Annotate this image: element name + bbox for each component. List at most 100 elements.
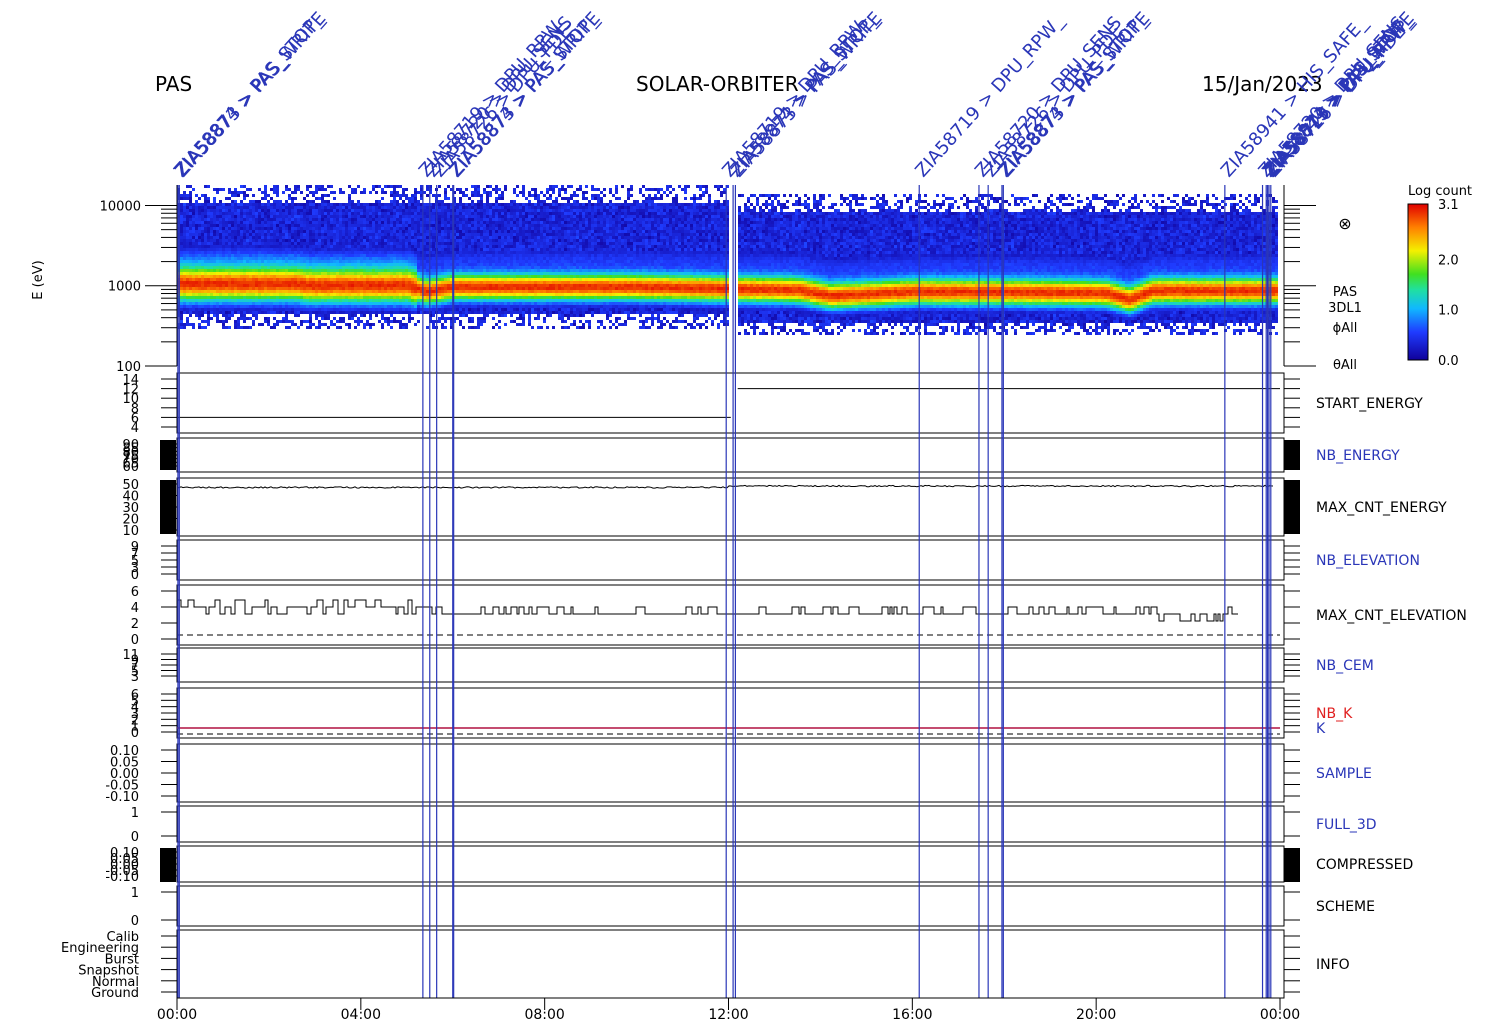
spectrogram-cell [528, 224, 531, 227]
spectrogram-cell [291, 269, 294, 272]
spectrogram-cell [456, 299, 459, 302]
spectrogram-cell [393, 242, 396, 245]
spectrogram-cell [225, 221, 228, 224]
spectrogram-cell [336, 224, 339, 227]
spectrogram-cell [243, 203, 246, 206]
spectrogram-cell [315, 305, 318, 308]
spectrogram-cell [525, 203, 528, 206]
spectrogram-cell [513, 188, 516, 191]
spectrogram-cell [378, 206, 381, 209]
spectrogram-cell [225, 266, 228, 269]
spectrogram-cell [468, 263, 471, 266]
spectrogram-cell [183, 206, 186, 209]
spectrogram-cell [486, 209, 489, 212]
spectrogram-cell [189, 278, 192, 281]
spectrogram-cell [432, 269, 435, 272]
spectrogram-cell [504, 209, 507, 212]
spectrogram-cell [204, 260, 207, 263]
spectrogram-cell [180, 215, 183, 218]
spectrogram-cell [471, 194, 474, 197]
spectrogram-cell [186, 239, 189, 242]
spectrogram-cell [279, 320, 282, 323]
spectrogram-cell [303, 260, 306, 263]
spectrogram-cell [474, 278, 477, 281]
spectrogram-cell [231, 266, 234, 269]
spectrogram-cell [237, 290, 240, 293]
spectrogram-cell [324, 263, 327, 266]
spectrogram-cell [321, 203, 324, 206]
spectrogram-cell [315, 248, 318, 251]
spectrogram-cell [372, 209, 375, 212]
spectrogram-cell [465, 239, 468, 242]
spectrogram-cell [375, 200, 378, 203]
spectrogram-cell [213, 296, 216, 299]
spectrogram-cell [393, 293, 396, 296]
spectrogram-cell [183, 233, 186, 236]
spectrogram-cell [309, 287, 312, 290]
spectrogram-cell [249, 233, 252, 236]
spectrogram-cell [507, 287, 510, 290]
spectrogram-cell [222, 245, 225, 248]
spectrogram-cell [483, 320, 486, 323]
spectrogram-cell [342, 302, 345, 305]
spectrogram-cell [501, 278, 504, 281]
spectrogram-cell [219, 287, 222, 290]
spectrogram-cell [186, 296, 189, 299]
spectrogram-cell [192, 206, 195, 209]
spectrogram-cell [414, 215, 417, 218]
spectrogram-cell [414, 233, 417, 236]
spectrogram-cell [396, 296, 399, 299]
spectrogram-cell [291, 227, 294, 230]
spectrogram-cell [330, 206, 333, 209]
spectrogram-cell [264, 290, 267, 293]
spectrogram-cell [477, 212, 480, 215]
spectrogram-cell [324, 293, 327, 296]
spectrogram-cell [492, 293, 495, 296]
spectrogram-cell [183, 212, 186, 215]
spectrogram-cell [255, 290, 258, 293]
spectrogram-cell [477, 230, 480, 233]
spectrogram-cell [483, 278, 486, 281]
spectrogram-cell [207, 242, 210, 245]
spectrogram-cell [267, 227, 270, 230]
spectrogram-cell [324, 248, 327, 251]
spectrogram-cell [348, 296, 351, 299]
spectrogram-cell [258, 305, 261, 308]
spectrogram-cell [369, 308, 372, 311]
spectrogram-cell [303, 296, 306, 299]
spectrogram-cell [186, 311, 189, 314]
spectrogram-cell [414, 290, 417, 293]
spectrogram-cell [285, 293, 288, 296]
spectrogram-cell [480, 284, 483, 287]
spectrogram-cell [270, 269, 273, 272]
spectrogram-cell [447, 284, 450, 287]
spectrogram-cell [309, 251, 312, 254]
spectrogram-cell [438, 233, 441, 236]
spectrogram-cell [399, 215, 402, 218]
spectrogram-cell [333, 230, 336, 233]
spectrogram-cell [516, 236, 519, 239]
spectrogram-cell [183, 251, 186, 254]
spectrogram-cell [438, 305, 441, 308]
spectrogram-cell [468, 287, 471, 290]
spectrogram-cell [372, 203, 375, 206]
spectrogram-cell [438, 263, 441, 266]
spectrogram-cell [255, 245, 258, 248]
spectrogram-cell [396, 269, 399, 272]
spectrogram-cell [216, 320, 219, 323]
spectrogram-cell [393, 215, 396, 218]
spectrogram-cell [195, 212, 198, 215]
spectrogram-cell [528, 257, 531, 260]
spectrogram-cell [288, 305, 291, 308]
spectrogram-cell [462, 254, 465, 257]
spectrogram-cell [528, 290, 531, 293]
spectrogram-cell [312, 293, 315, 296]
spectrogram-cell [195, 254, 198, 257]
spectrogram-cell [456, 257, 459, 260]
spectrogram-cell [186, 284, 189, 287]
spectrogram-cell [492, 305, 495, 308]
spectrogram-cell [354, 212, 357, 215]
spectrogram-cell [363, 191, 366, 194]
spectrogram-cell [258, 263, 261, 266]
spectrogram-cell [366, 296, 369, 299]
